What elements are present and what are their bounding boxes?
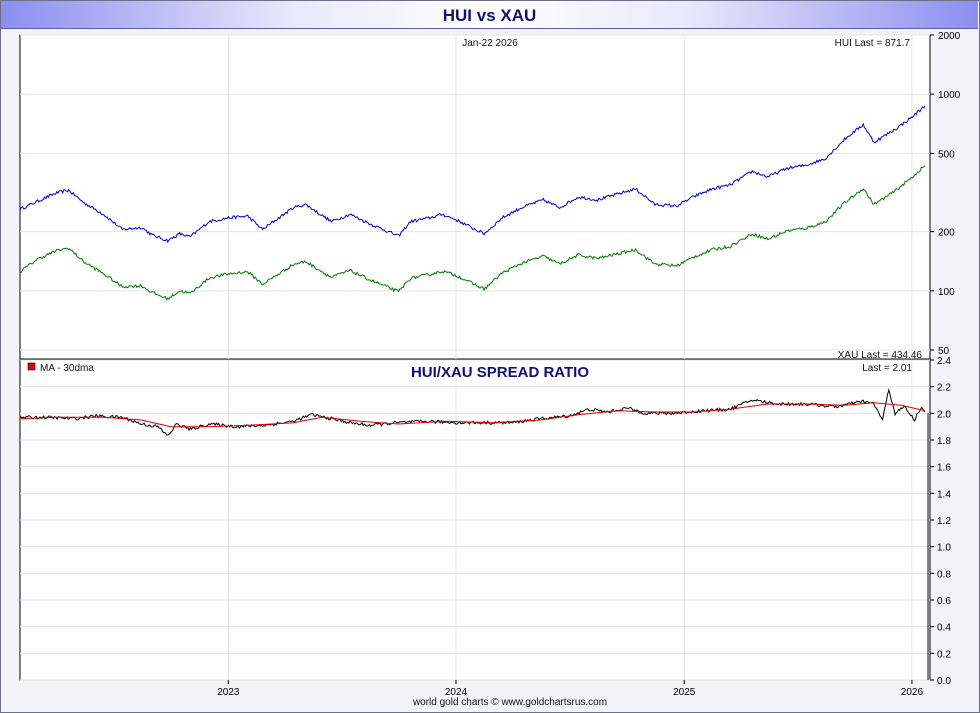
- bottom-y-tick-label: 1.8: [937, 436, 951, 447]
- bottom-y-tick-label: 0.2: [937, 649, 951, 660]
- bottom-y-tick-label: 0.0: [937, 676, 951, 687]
- bottom-y-tick-label: 0.4: [937, 623, 951, 634]
- bottom-y-tick-label: 1.6: [937, 463, 951, 474]
- hui-last-label: HUI Last = 871.7: [835, 38, 911, 49]
- ma-legend-swatch: [27, 362, 36, 371]
- ma-legend-label: MA - 30dma: [40, 363, 94, 374]
- ratio-last-label: Last = 2.01: [862, 363, 912, 374]
- top-y-tick-label: 100: [938, 287, 955, 298]
- bottom-y-tick-label: 0.8: [937, 569, 951, 580]
- bottom-panel: 0.00.20.40.60.81.01.21.41.61.82.02.22.4 …: [19, 356, 951, 687]
- date-label: Jan-22 2026: [462, 38, 518, 49]
- bottom-y-tick-label: 2.2: [937, 383, 951, 394]
- ratio-title: HUI/XAU SPREAD RATIO: [411, 364, 589, 381]
- top-panel: 5010020050010002000 Jan-22 2026 HUI Last…: [19, 31, 961, 361]
- xau-last-label: XAU Last = 434.46: [838, 350, 923, 361]
- bottom-y-tick-label: 2.0: [937, 409, 951, 420]
- bottom-y-tick-label: 1.0: [937, 543, 951, 554]
- bottom-y-tick-label: 1.4: [937, 489, 951, 500]
- top-plot-area: [19, 34, 931, 360]
- top-y-tick-label: 1000: [938, 90, 961, 101]
- top-y-tick-label: 200: [938, 228, 955, 239]
- top-y-axis: 5010020050010002000: [930, 31, 961, 357]
- footer-credit: world gold charts © www.goldchartsrus.co…: [412, 697, 608, 708]
- bottom-y-tick-label: 2.4: [937, 356, 951, 367]
- bottom-y-tick-label: 0.6: [937, 596, 951, 607]
- top-y-tick-label: 500: [938, 149, 955, 160]
- bottom-y-axis: 0.0 0.2 0.4 0.6 0.8 1.0 1.2 1.4 1.6 1.8 2.0 2.2 2.4: [930, 356, 951, 687]
- top-y-tick-label: 2000: [938, 31, 961, 42]
- x-axis: 2023 2024 2025 2026: [217, 680, 923, 698]
- bottom-y-tick-label: 1.2: [937, 516, 951, 527]
- chart-canvas: 5010020050010002000 Jan-22 2026 HUI Last…: [19, 31, 961, 698]
